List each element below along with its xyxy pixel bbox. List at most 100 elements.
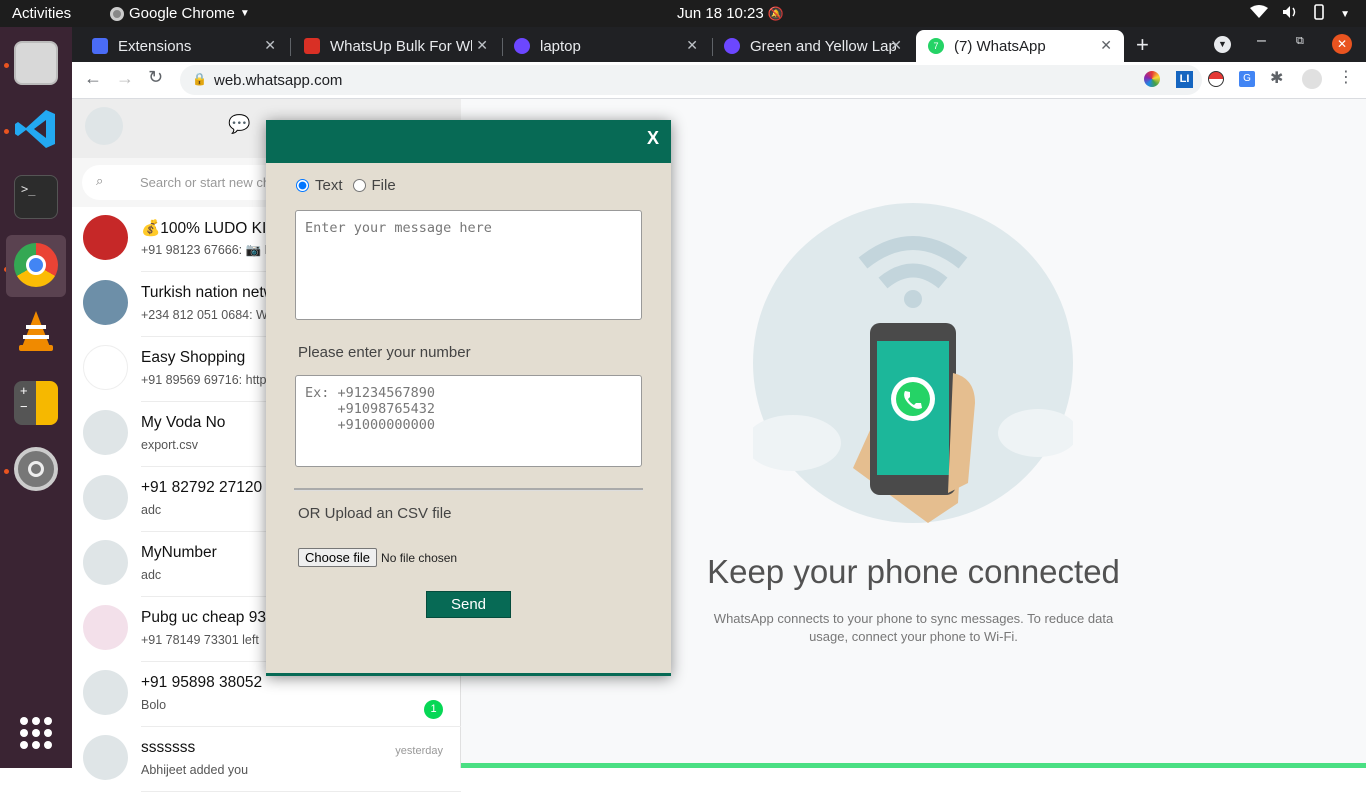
chat-avatar [83,345,128,390]
intro-description: WhatsApp connects to your phone to sync … [713,611,1114,644]
bulk-app-icon [304,38,320,54]
tab-whatsapp[interactable]: 7 (7) WhatsApp ✕ [916,30,1124,62]
message-textarea[interactable] [295,210,642,320]
minimize-button[interactable]: – [1257,32,1266,50]
url-text: web.whatsapp.com [214,72,343,89]
dock: >_ + − [0,27,72,768]
user-avatar[interactable] [85,107,123,145]
chat-avatar [83,735,128,780]
volume-icon [1282,5,1298,23]
numbers-textarea[interactable] [295,375,642,467]
close-icon[interactable]: ✕ [476,37,488,54]
chat-time: yesterday [395,745,443,757]
tab-title: WhatsUp Bulk For WhatsApp [330,37,472,55]
vscode-icon[interactable] [14,107,58,151]
modal-close-button[interactable]: X [647,128,659,149]
tab-strip: Extensions ✕ WhatsUp Bulk For WhatsApp ✕… [72,27,1366,62]
profile-avatar-icon[interactable] [1302,69,1322,89]
phone-illustration [745,203,1078,523]
running-indicator [4,129,9,134]
clock[interactable]: Jun 18 10:23 🔕 [677,5,784,22]
close-icon[interactable]: ✕ [686,37,698,54]
chat-last-message: Abhijeet added you [141,763,249,777]
chrome-icon[interactable] [14,243,58,287]
tab-green-yellow-laptop[interactable]: Green and Yellow Laptop ✕ [712,30,914,62]
tab-whatsup-bulk[interactable]: WhatsUp Bulk For WhatsApp ✕ [292,30,500,62]
activities-button[interactable]: Activities [12,5,71,22]
close-window-button[interactable]: ✕ [1332,34,1352,54]
close-icon[interactable]: ✕ [264,37,276,54]
chat-avatar [83,215,128,260]
chat-name: sssssss [141,739,196,756]
kebab-menu-icon[interactable]: ⋮ [1338,67,1354,87]
chat-name: My Voda No [141,414,226,431]
forward-icon[interactable]: → [116,68,134,89]
vlc-icon[interactable] [14,309,58,353]
chat-avatar [83,475,128,520]
close-icon[interactable]: ✕ [1100,37,1112,54]
app-menu[interactable]: Google Chrome ▼ [110,5,250,22]
app-menu-label: Google Chrome [129,5,235,22]
chat-last-message: export.csv [141,438,198,452]
wifi-icon [1250,5,1269,23]
status-icon[interactable]: 💬 [228,114,250,135]
puzzle-icon [92,38,108,54]
chat-avatar [83,605,128,650]
tab-extensions[interactable]: Extensions ✕ [80,30,288,62]
reload-icon[interactable]: ↻ [148,67,163,88]
translate-extension-icon[interactable]: G [1239,71,1255,87]
show-apps-icon[interactable] [20,717,52,749]
canva-icon [724,38,740,54]
chat-name: Pubg uc cheap 939 [141,609,275,626]
back-icon[interactable]: ← [84,68,102,89]
canva-icon [514,38,530,54]
chat-list-item[interactable]: sssssss Abhijeet added you yesterday [72,727,461,792]
calculator-icon[interactable]: + − [14,381,58,425]
chat-name: Easy Shopping [141,349,246,366]
text-radio[interactable] [296,179,309,192]
settings-icon[interactable] [14,447,58,491]
new-tab-button[interactable]: + [1136,32,1149,58]
pokeball-extension-icon[interactable] [1208,71,1224,87]
file-status: No file chosen [381,550,458,565]
chat-last-message: adc [141,568,162,582]
browser-toolbar: ← → ↻ 🔒 web.whatsapp.com ⌕ ☆ LI G ✱ ⋮ [72,62,1366,99]
lock-icon: 🔒 [192,72,207,86]
chat-last-message: Bolo [141,698,167,712]
chat-name: MyNumber [141,544,217,561]
notifications-muted-icon: 🔕 [767,6,785,21]
restore-button[interactable]: ⧉ [1296,35,1304,48]
unread-badge: 1 [424,700,443,719]
terminal-icon[interactable]: >_ [14,175,58,219]
file-radio[interactable] [352,179,366,192]
chat-last-message: +234 812 051 0684: W [141,308,268,322]
extensions-puzzle-icon[interactable]: ✱ [1270,68,1283,88]
running-indicator [4,469,9,474]
send-button[interactable]: Send [426,591,511,618]
tab-title: laptop [540,37,581,55]
csv-file-input[interactable]: Choose file No file chosen [298,548,457,567]
search-icon: ⌕ [96,173,104,188]
chat-last-message: +91 89569 69716: https:// [141,373,284,387]
system-tray[interactable]: ▼ [1250,4,1350,24]
system-top-bar: Activities Google Chrome ▼ Jun 18 10:23 … [0,0,1366,27]
tab-laptop[interactable]: laptop ✕ [502,30,710,62]
divider [294,488,643,491]
chat-avatar [83,670,128,715]
clock-label: Jun 18 10:23 [677,5,764,22]
address-bar[interactable]: 🔒 web.whatsapp.com ⌕ ☆ [180,65,1202,95]
chat-name: +91 95898 38052 [141,674,263,691]
file-radio-label: File [371,177,396,194]
text-radio-label: Text [315,177,343,194]
chrome-small-icon [110,6,124,21]
tab-search-icon[interactable]: ▼ [1214,36,1231,53]
choose-file-button[interactable]: Choose file [298,548,378,567]
close-icon[interactable]: ✕ [890,37,902,54]
chat-avatar [83,280,128,325]
chat-last-message: +91 78149 73301 left [141,633,259,647]
search-placeholder: Search or start new chat [140,175,281,190]
li-extension-icon[interactable]: LI [1176,71,1193,88]
files-icon[interactable] [14,41,58,85]
accent-bar [461,763,1366,768]
color-extension-icon[interactable] [1144,71,1160,87]
